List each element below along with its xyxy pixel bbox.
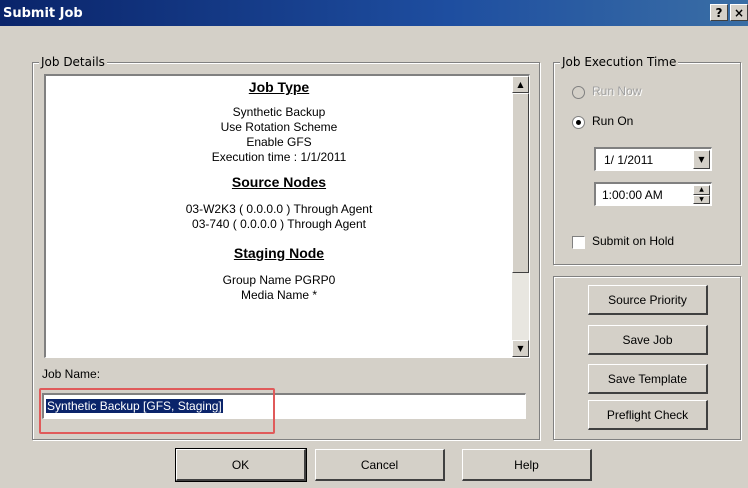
job-type-line: Execution time : 1/1/2011 bbox=[211, 150, 347, 164]
staging-node-line: Media Name * bbox=[240, 288, 318, 302]
source-nodes-heading: Source Nodes bbox=[231, 174, 327, 190]
run-now-label: Run Now bbox=[592, 84, 642, 98]
help-dialog-button[interactable]: Help bbox=[462, 449, 592, 481]
source-node-line: 03-740 ( 0.0.0.0 ) Through Agent bbox=[192, 217, 366, 231]
title-bar: Submit Job ? × bbox=[0, 0, 748, 26]
radio-selected-dot bbox=[576, 120, 581, 125]
close-button[interactable]: × bbox=[730, 4, 748, 21]
job-details-group-label: Job Details bbox=[39, 55, 107, 69]
run-on-radio[interactable] bbox=[572, 116, 585, 129]
scroll-down-icon[interactable]: ▼ bbox=[512, 340, 529, 357]
staging-node-heading: Staging Node bbox=[233, 245, 325, 261]
preflight-check-button[interactable]: Preflight Check bbox=[588, 400, 708, 430]
job-type-line: Enable GFS bbox=[246, 135, 312, 149]
source-node-line: 03-W2K3 ( 0.0.0.0 ) Through Agent bbox=[185, 202, 373, 216]
time-value: 1:00:00 AM bbox=[602, 188, 663, 202]
scroll-thumb[interactable] bbox=[512, 93, 529, 273]
source-priority-button[interactable]: Source Priority bbox=[588, 285, 708, 315]
job-type-heading: Job Type bbox=[248, 79, 310, 95]
run-on-date-picker[interactable]: 1/ 1/2011 ▼ bbox=[594, 147, 712, 171]
run-now-radio[interactable] bbox=[572, 86, 585, 99]
spin-up-icon[interactable]: ▲ bbox=[693, 185, 710, 195]
execution-time-group-label: Job Execution Time bbox=[560, 55, 679, 69]
job-details-content: Job Type Synthetic Backup Use Rotation S… bbox=[46, 76, 512, 357]
time-spin-buttons[interactable]: ▲ ▼ bbox=[693, 185, 710, 204]
highlight-annotation bbox=[39, 388, 275, 434]
run-on-time-spinner[interactable]: 1:00:00 AM ▲ ▼ bbox=[594, 182, 712, 206]
details-scrollbar[interactable]: ▲ ▼ bbox=[512, 76, 529, 357]
submit-on-hold-label: Submit on Hold bbox=[592, 234, 675, 248]
save-template-button[interactable]: Save Template bbox=[588, 364, 708, 394]
save-job-button[interactable]: Save Job bbox=[588, 325, 708, 355]
help-button[interactable]: ? bbox=[710, 4, 728, 21]
title-bar-buttons: ? × bbox=[710, 4, 748, 21]
spin-down-icon[interactable]: ▼ bbox=[693, 194, 710, 204]
chevron-down-icon[interactable]: ▼ bbox=[693, 150, 710, 169]
job-type-line: Use Rotation Scheme bbox=[220, 120, 338, 134]
job-name-label: Job Name: bbox=[42, 367, 101, 381]
job-details-panel: Job Type Synthetic Backup Use Rotation S… bbox=[44, 74, 530, 358]
date-value: 1/ 1/2011 bbox=[604, 153, 654, 167]
scroll-up-icon[interactable]: ▲ bbox=[512, 76, 529, 93]
ok-button[interactable]: OK bbox=[175, 448, 307, 482]
cancel-button[interactable]: Cancel bbox=[315, 449, 445, 481]
job-type-line: Synthetic Backup bbox=[232, 105, 326, 119]
window-title: Submit Job bbox=[3, 5, 83, 21]
staging-node-line: Group Name PGRP0 bbox=[222, 273, 336, 287]
submit-on-hold-checkbox[interactable] bbox=[572, 236, 585, 249]
run-on-label: Run On bbox=[592, 114, 634, 128]
